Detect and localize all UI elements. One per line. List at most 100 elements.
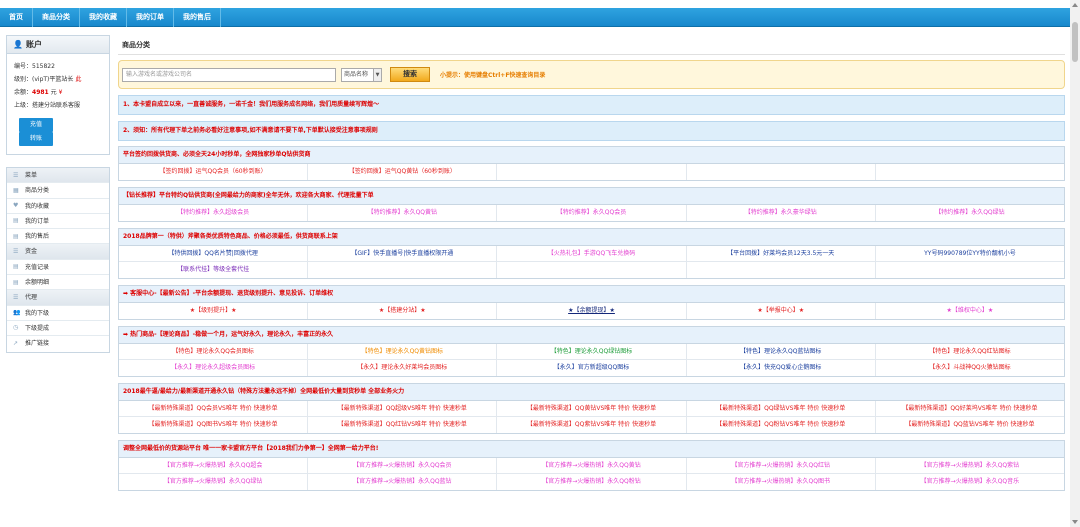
account-level-row: 级别：(vipT)平篮站长 此 [14, 76, 82, 83]
product-link[interactable]: 【最新特殊渠道】QQ绿钻VS唯年 特价 快速秒单 [687, 401, 876, 416]
product-link[interactable]: 【官方推荐→火爆热销】永久QQ会员 [308, 458, 498, 473]
account-parent-row: 上级：搭建分站联系客服 [14, 102, 81, 109]
balance-value: 4981 [32, 89, 49, 96]
nav-home[interactable]: 首页 [0, 8, 33, 27]
search-input[interactable]: 输入游戏名或游戏公司名 [122, 68, 336, 82]
product-link[interactable]: 【特色】理论永久QQ会员图标 [119, 344, 309, 359]
product-link[interactable]: 【官方推荐→火爆热销】永久QQ绿钻 [119, 474, 309, 490]
table-row: 【官方推荐→火爆热销】永久QQ超会 【官方推荐→火爆热销】永久QQ会员 【官方推荐→… [119, 458, 1064, 474]
empty-cell [308, 262, 498, 278]
product-link[interactable]: 【官方推荐→火爆热销】永久QQ音乐 [876, 474, 1064, 490]
section-heading: 2018品牌第一（特供）斧聚各类优质特色商品、价格必须最低，供货商联系上架 [119, 229, 1064, 246]
notice-2: 2、须知：所有代理下单之前务必看好注意事项,如不满意请不要下单,下单默认接受注意… [118, 121, 1065, 141]
product-link[interactable]: ★【余额提现】★ [497, 303, 687, 319]
product-link[interactable]: 【官方推荐→火爆热销】永久QQ黄钻 [497, 458, 687, 473]
sidebar-item-orders[interactable]: ▤ 我的订单 [7, 214, 109, 230]
product-link[interactable]: 【最新特殊渠道】QQ蓝钻VS唯年 特价 快速秒单 [876, 417, 1064, 433]
empty-cell [497, 164, 687, 180]
menu-group-agent[interactable]: ☰ 代理 [7, 290, 109, 306]
product-link[interactable]: 【官方推荐→火爆热销】永久QQ蓝钻 [308, 474, 498, 490]
level-badge: 此 [75, 76, 82, 83]
scroll-up-icon[interactable] [1072, 3, 1078, 7]
sidebar-item-favorites[interactable]: ♥ 我的收藏 [7, 199, 109, 214]
product-link[interactable]: 【最新特殊渠道】QQ红钻VS唯年 特价 快速秒单 [308, 417, 498, 433]
sidebar-item-recharge-log[interactable]: ▤ 充值记录 [7, 260, 109, 276]
product-link[interactable]: 【特约推荐】永久QQ黄钻 [308, 205, 498, 221]
category-section: ➡ 客服中心-【最新公告】-平台余额提现、退货级别提升、意见投诉、订单维权 ★【级… [118, 285, 1065, 320]
product-link[interactable]: 【联系代挂】等级全套代挂 [119, 262, 309, 278]
product-link[interactable]: 【特色】理论永久QQ红钻图标 [876, 344, 1064, 359]
sidebar-item-aftersales[interactable]: ▤ 我的售后 [7, 229, 109, 245]
product-link[interactable]: 【最新特殊渠道】QQ黄钻VS唯年 特价 快速秒单 [497, 401, 687, 416]
nav-favorites[interactable]: 我的收藏 [80, 8, 127, 27]
users-icon: 👥 [13, 309, 21, 317]
product-link[interactable]: 【GIF】快手直播号|快手直播权限开通 [308, 246, 498, 261]
scroll-down-icon[interactable] [1072, 520, 1078, 524]
product-link[interactable]: 【签约回拨】运气QQ会员（60秒到账） [119, 164, 309, 180]
sidebar-item-promo-link[interactable]: ↗ 推广链接 [7, 336, 109, 351]
notice-1: 1、本卡盟自成立以来，一直善诚服务，一诺千金！我们用服务成名网络，我们用质量续写… [118, 95, 1065, 115]
table-row: ★【级别提升】★ ★【搭建分站】★ ★【余额提现】★ ★【举报中心】★ ★【维权中心】★ [119, 303, 1064, 319]
product-link[interactable]: ★【举报中心】★ [687, 303, 876, 319]
product-link[interactable]: 【特约推荐】永久超级会员 [119, 205, 309, 221]
user-icon: 👤 [13, 40, 23, 49]
sidebar-item-subordinates[interactable]: 👥 我的下级 [7, 306, 109, 321]
search-type-select[interactable]: 商品名称 ▼ [341, 68, 382, 82]
sidebar: 👤 账户 编号：515822 级别：(vipT)平篮站长 此 余额：4981 元 … [6, 35, 110, 353]
product-link[interactable]: 【平台回拨】好莱坞会员12天3.5元一天 [687, 246, 876, 261]
product-link[interactable]: ★【维权中心】★ [876, 303, 1064, 319]
category-sections: 平台签约回拨供货商、必须全天24小时秒单，全网独家秒单Q钻供货商 【签约回拨】运气… [118, 146, 1065, 491]
product-link[interactable]: 【官方推荐→火爆热销】永久QQ红钻 [687, 458, 876, 473]
product-link[interactable]: 【官方推荐→火爆热销】永久QQ紫钻 [876, 458, 1064, 473]
section-heading: 【钻长推荐】平台特约Q钻供货商(全网最给力的商家)全年无休，欢迎各大商家、代理批… [119, 188, 1064, 205]
product-link[interactable]: 【特色】理论永久QQ绿钻图标 [497, 344, 687, 359]
product-link[interactable]: ★【搭建分站】★ [308, 303, 498, 319]
product-link[interactable]: 【官方推荐→火爆热销】永久QQ粉钻 [497, 474, 687, 490]
product-link[interactable]: ★【级别提升】★ [119, 303, 309, 319]
product-link[interactable]: 【特约推荐】永久QQ绿钻 [876, 205, 1064, 221]
sidebar-item-commission[interactable]: ◷ 下级提成 [7, 321, 109, 337]
product-link[interactable]: 【签约回拨】运气QQ黄钻（60秒到账） [308, 164, 498, 180]
product-link[interactable]: 【最新特殊渠道】QQ好莱坞VS唯年 特价 快速秒单 [876, 401, 1064, 416]
search-button[interactable]: 搜索 [390, 67, 430, 82]
product-link[interactable]: 【永久】快充QQ爱心企鹅图标 [687, 360, 876, 376]
scrollbar-thumb[interactable] [1072, 22, 1078, 62]
product-link[interactable]: 【特约推荐】永久QQ会员 [497, 205, 687, 221]
recharge-button[interactable]: 充值 [19, 118, 53, 132]
product-link[interactable]: 【特色】理论永久QQ蓝钻图标 [687, 344, 876, 359]
table-row: 【最新特殊渠道】QQ会员VS唯年 特价 快速秒单 【最新特殊渠道】QQ超级VS唯年… [119, 401, 1064, 417]
product-link[interactable]: 【永久】理论永久超级会员图标 [119, 360, 309, 376]
product-link[interactable]: 【最新特殊渠道】QQ粉钻VS唯年 特价 快速秒单 [687, 417, 876, 433]
sidebar-menu: ☰ 菜单 ▦ 商品分类 ♥ 我的收藏 ▤ 我的订单 ▤ 我的售后 ☰ 资金 ▤ 充值记录 ▤ 余… [6, 167, 110, 353]
nav-aftersales[interactable]: 我的售后 [174, 8, 221, 27]
table-row: 【特约推荐】永久超级会员 【特约推荐】永久QQ黄钻 【特约推荐】永久QQ会员 【特约推… [119, 205, 1064, 221]
table-row: 【永久】理论永久超级会员图标 【永久】理论永久好莱坞会员图标 【永久】官方新超级QQ… [119, 360, 1064, 376]
product-link[interactable]: YY号码990789位YY特价靓机小号 [876, 246, 1064, 261]
vertical-scrollbar[interactable] [1070, 0, 1080, 527]
product-link[interactable]: 【永久】理论永久好莱坞会员图标 [308, 360, 498, 376]
menu-group-main[interactable]: ☰ 菜单 [7, 168, 109, 184]
product-link[interactable]: 【官方推荐→火爆热销】永久QQ图书 [687, 474, 876, 490]
product-link[interactable]: 【特约推荐】永久豪华绿钻 [687, 205, 876, 221]
product-link[interactable]: 【特供回拨】QQ名片赞|回拨代理 [119, 246, 309, 261]
product-link[interactable]: 【永久】斗战神QQ火猿钻图标 [876, 360, 1064, 376]
product-link[interactable]: 【最新特殊渠道】QQ会员VS唯年 特价 快速秒单 [119, 401, 309, 416]
section-heading: 平台签约回拨供货商、必须全天24小时秒单，全网独家秒单Q钻供货商 [119, 147, 1064, 164]
sidebar-item-balance-detail[interactable]: ▤ 余额明细 [7, 275, 109, 291]
product-link[interactable]: 【最新特殊渠道】QQ紫钻VS唯年 特价 快速秒单 [497, 417, 687, 433]
product-link[interactable]: 【最新特殊渠道】QQ图书VS唯年 特价 快速秒单 [119, 417, 309, 433]
menu-group-funds[interactable]: ☰ 资金 [7, 244, 109, 260]
table-row: 【特供回拨】QQ名片赞|回拨代理 【GIF】快手直播号|快手直播权限开通 【火热礼包… [119, 246, 1064, 262]
nav-orders[interactable]: 我的订单 [127, 8, 174, 27]
transfer-button[interactable]: 转账 [19, 132, 53, 146]
product-link[interactable]: 【最新特殊渠道】QQ超级VS唯年 特价 快速秒单 [308, 401, 498, 416]
sidebar-item-categories[interactable]: ▦ 商品分类 [7, 183, 109, 199]
account-panel: 👤 账户 编号：515822 级别：(vipT)平篮站长 此 余额：4981 元 … [6, 35, 110, 155]
product-link[interactable]: 【特色】理论永久QQ黄钻图标 [308, 344, 498, 359]
nav-categories[interactable]: 商品分类 [33, 8, 80, 27]
product-link[interactable]: 【官方推荐→火爆热销】永久QQ超会 [119, 458, 309, 473]
product-link[interactable]: 【火热礼包】手游QQ飞车兑换码 [497, 246, 687, 261]
account-id-row: 编号：515822 [14, 63, 55, 70]
share-icon: ↗ [13, 339, 19, 347]
product-link[interactable]: 【永久】官方新超级QQ图标 [497, 360, 687, 376]
